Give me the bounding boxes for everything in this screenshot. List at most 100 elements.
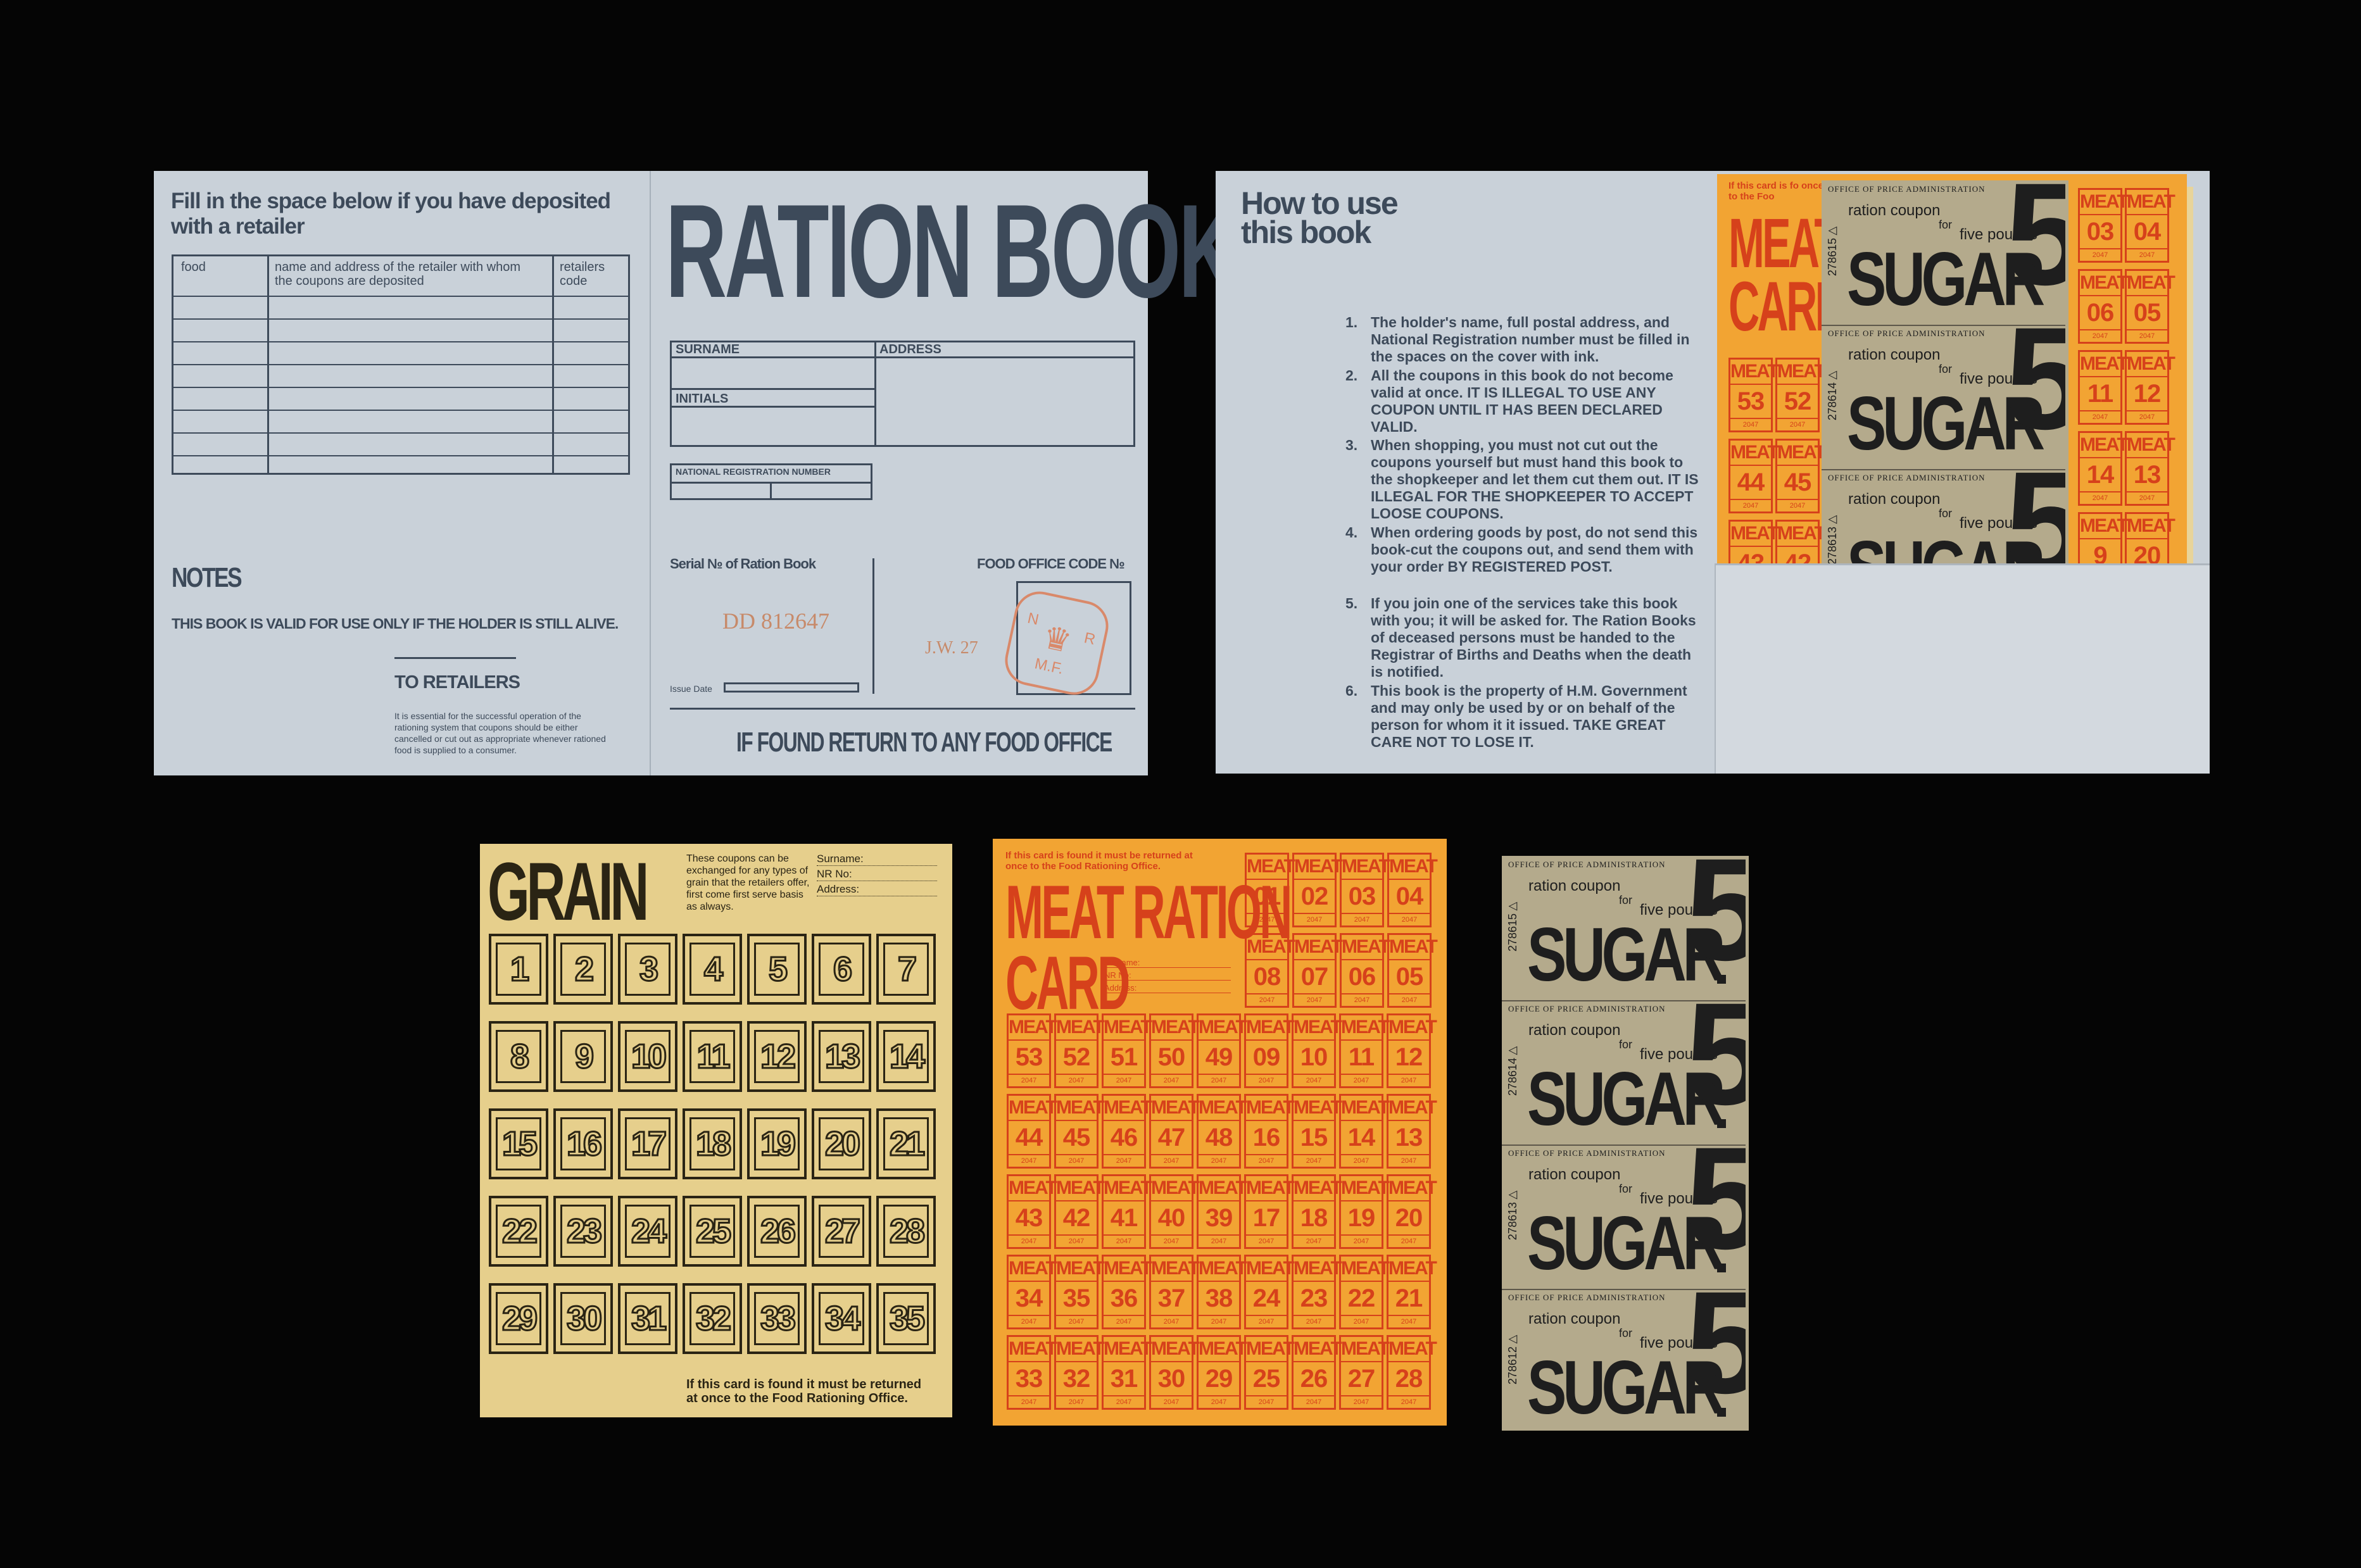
meat-coupon[interactable]: MEAT 07 2047	[1292, 933, 1343, 1008]
meat-coupon[interactable]: MEAT 21 2047	[1387, 1255, 1437, 1329]
grain-coupon[interactable]: 20	[812, 1108, 871, 1179]
retailer-table[interactable]: food name and address of the retailer wi…	[172, 254, 630, 475]
grain-coupon[interactable]: 5	[747, 934, 807, 1005]
meat-coupon[interactable]: MEAT 05 2047	[1387, 933, 1438, 1008]
meat-coupon[interactable]: MEAT 06 2047	[1340, 933, 1390, 1008]
meat-coupon[interactable]: MEAT 43 2047	[1007, 1174, 1057, 1249]
grain-coupon[interactable]: 33	[747, 1283, 807, 1354]
grain-coupon[interactable]: 26	[747, 1196, 807, 1267]
grain-coupon[interactable]: 22	[489, 1196, 548, 1267]
meat-coupon[interactable]: MEAT 32 2047	[1054, 1335, 1105, 1410]
meat-coupon[interactable]: MEAT 37 2047	[1149, 1255, 1200, 1329]
meat-coupon[interactable]: MEAT 39 2047	[1197, 1174, 1247, 1249]
meat-coupon[interactable]: MEAT 48 2047	[1197, 1094, 1247, 1169]
grain-coupon[interactable]: 23	[553, 1196, 613, 1267]
grain-coupon[interactable]: 19	[747, 1108, 807, 1179]
meat-coupon[interactable]: MEAT 40 2047	[1149, 1174, 1200, 1249]
grain-coupon[interactable]: 27	[812, 1196, 871, 1267]
meat-coupon[interactable]: MEAT 13 2047	[1387, 1094, 1437, 1169]
grain-coupon[interactable]: 12	[747, 1021, 807, 1092]
grain-coupon[interactable]: 7	[876, 934, 936, 1005]
meat-coupon[interactable]: MEAT 28 2047	[1387, 1335, 1437, 1410]
meat-coupon[interactable]: MEAT 22 2047	[1339, 1255, 1390, 1329]
meat-coupon[interactable]: MEAT 14 2047	[1339, 1094, 1390, 1169]
issue-date-field[interactable]	[724, 682, 859, 693]
meat-coupon[interactable]: MEAT 10 2047	[1292, 1013, 1342, 1088]
nrn-block[interactable]: NATIONAL REGISTRATION NUMBER	[670, 463, 872, 500]
grain-coupon[interactable]: 34	[812, 1283, 871, 1354]
sugar-coupon[interactable]: OFFICE OF PRICE ADMINISTRATION ration co…	[1502, 1145, 1746, 1290]
grain-coupon[interactable]: 13	[812, 1021, 871, 1092]
meat-coupon[interactable]: MEAT 11 2047	[1339, 1013, 1390, 1088]
cover-fold-line	[650, 171, 651, 775]
meat-coupon[interactable]: MEAT 38 2047	[1197, 1255, 1247, 1329]
meat-coupon[interactable]: MEAT 53 2047	[1007, 1013, 1057, 1088]
meat-coupon[interactable]: MEAT 03 2047	[1340, 853, 1390, 927]
meat-coupon[interactable]: MEAT 16 2047	[1244, 1094, 1295, 1169]
grain-coupon[interactable]: 28	[876, 1196, 936, 1267]
meat-coupon[interactable]: MEAT 26 2047	[1292, 1335, 1342, 1410]
grain-surname[interactable]: Surname:	[817, 853, 937, 866]
meat-coupon[interactable]: MEAT 04 2047	[1387, 853, 1438, 927]
meat-coupon[interactable]: MEAT 41 2047	[1102, 1174, 1152, 1249]
meat-coupon[interactable]: MEAT 08 2047	[1245, 933, 1295, 1008]
grain-coupon[interactable]: 15	[489, 1108, 548, 1179]
meat-coupon[interactable]: MEAT 23 2047	[1292, 1255, 1342, 1329]
sugar-coupon[interactable]: OFFICE OF PRICE ADMINISTRATION ration co…	[1502, 856, 1746, 1001]
sugar-coupon[interactable]: OFFICE OF PRICE ADMINISTRATION ration co…	[1502, 1289, 1746, 1431]
meat-coupon[interactable]: MEAT 52 2047	[1054, 1013, 1105, 1088]
meat-coupon[interactable]: MEAT 49 2047	[1197, 1013, 1247, 1088]
grain-coupon[interactable]: 21	[876, 1108, 936, 1179]
meat-coupon[interactable]: MEAT 12 2047	[1387, 1013, 1437, 1088]
meat-coupon[interactable]: MEAT 29 2047	[1197, 1335, 1247, 1410]
grain-coupon[interactable]: 16	[553, 1108, 613, 1179]
meat-coupon[interactable]: MEAT 18 2047	[1292, 1174, 1342, 1249]
sugar-coupon[interactable]: OFFICE OF PRICE ADMINISTRATION ration co…	[1502, 1000, 1746, 1146]
grain-coupon[interactable]: 25	[683, 1196, 742, 1267]
grain-coupon[interactable]: 4	[683, 934, 742, 1005]
grain-coupon[interactable]: 10	[618, 1021, 677, 1092]
meat-coupon[interactable]: MEAT 01 2047	[1245, 853, 1295, 927]
meat-coupon[interactable]: MEAT 25 2047	[1244, 1335, 1295, 1410]
meat-coupon[interactable]: MEAT 36 2047	[1102, 1255, 1152, 1329]
grain-coupon[interactable]: 32	[683, 1283, 742, 1354]
grain-coupon[interactable]: 24	[618, 1196, 677, 1267]
meat-coupon[interactable]: MEAT 45 2047	[1054, 1094, 1105, 1169]
grain-coupon[interactable]: 18	[683, 1108, 742, 1179]
meat-coupon[interactable]: MEAT 46 2047	[1102, 1094, 1152, 1169]
grain-nr[interactable]: NR No:	[817, 868, 937, 881]
meat-coupon[interactable]: MEAT 34 2047	[1007, 1255, 1057, 1329]
meat-coupon[interactable]: MEAT 02 2047	[1292, 853, 1343, 927]
meat-coupon[interactable]: MEAT 50 2047	[1149, 1013, 1200, 1088]
grain-coupon[interactable]: 11	[683, 1021, 742, 1092]
grain-coupon[interactable]: 30	[553, 1283, 613, 1354]
meat-coupon[interactable]: MEAT 51 2047	[1102, 1013, 1152, 1088]
grain-coupon[interactable]: 2	[553, 934, 613, 1005]
grain-coupon[interactable]: 17	[618, 1108, 677, 1179]
meat-coupon[interactable]: MEAT 47 2047	[1149, 1094, 1200, 1169]
grain-coupon[interactable]: 6	[812, 934, 871, 1005]
grain-address[interactable]: Address:	[817, 883, 937, 896]
meat-coupon[interactable]: MEAT 15 2047	[1292, 1094, 1342, 1169]
grain-coupon[interactable]: 9	[553, 1021, 613, 1092]
meat-coupon[interactable]: MEAT 30 2047	[1149, 1335, 1200, 1410]
grain-coupon[interactable]: 14	[876, 1021, 936, 1092]
meat-coupon[interactable]: MEAT 27 2047	[1339, 1335, 1390, 1410]
name-address-block[interactable]: SURNAME ADDRESS INITIALS	[670, 341, 1135, 447]
meat-coupon[interactable]: MEAT 31 2047	[1102, 1335, 1152, 1410]
meat-coupon[interactable]: MEAT 35 2047	[1054, 1255, 1105, 1329]
meat-coupon[interactable]: MEAT 19 2047	[1339, 1174, 1390, 1249]
grain-coupon[interactable]: 31	[618, 1283, 677, 1354]
grain-coupon[interactable]: 8	[489, 1021, 548, 1092]
grain-coupon[interactable]: 1	[489, 934, 548, 1005]
meat-coupon[interactable]: MEAT 20 2047	[1387, 1174, 1437, 1249]
meat-coupon[interactable]: MEAT 42 2047	[1054, 1174, 1105, 1249]
grain-coupon[interactable]: 3	[618, 934, 677, 1005]
meat-coupon[interactable]: MEAT 09 2047	[1244, 1013, 1295, 1088]
grain-coupon[interactable]: 35	[876, 1283, 936, 1354]
meat-coupon[interactable]: MEAT 33 2047	[1007, 1335, 1057, 1410]
meat-coupon[interactable]: MEAT 17 2047	[1244, 1174, 1295, 1249]
meat-coupon[interactable]: MEAT 44 2047	[1007, 1094, 1057, 1169]
meat-coupon[interactable]: MEAT 24 2047	[1244, 1255, 1295, 1329]
grain-coupon[interactable]: 29	[489, 1283, 548, 1354]
